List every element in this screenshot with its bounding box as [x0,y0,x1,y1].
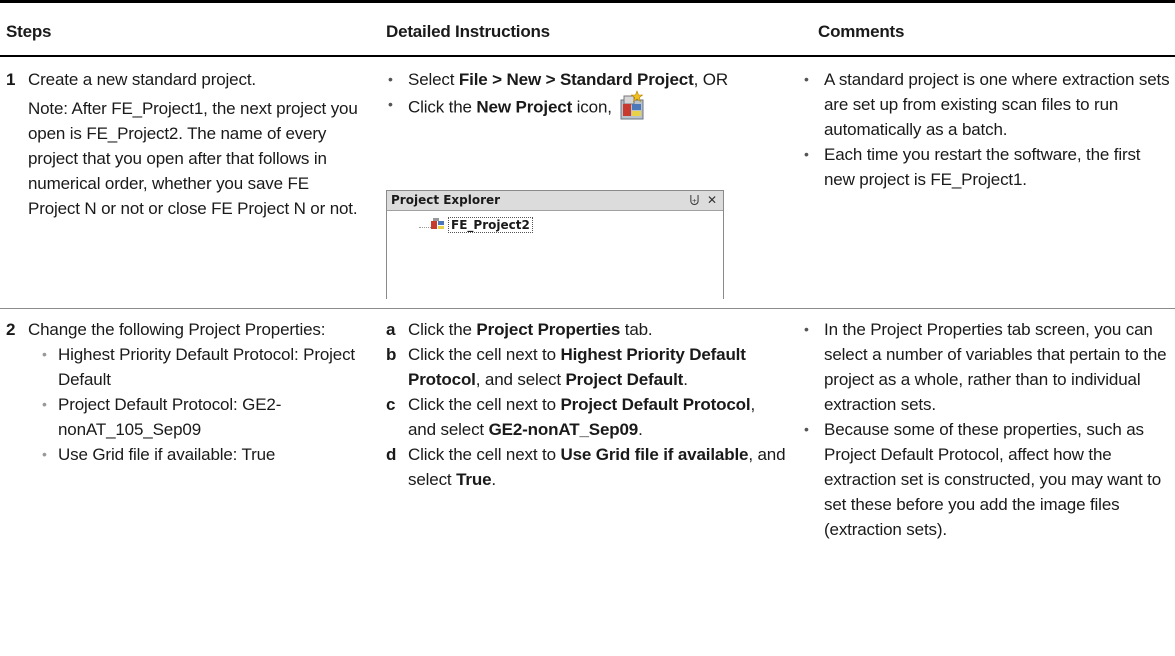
row1-steps: 1 Create a new standard project. Note: A… [6,67,360,221]
panel-title: Project Explorer [391,193,501,207]
project-explorer-panel: Project Explorer ⨄ ✕ FE_Project2 [386,190,724,299]
row2-steps: 2 Change the following Project Propertie… [6,317,360,467]
project-tree-item[interactable]: FE_Project2 [431,217,533,233]
row-divider [0,308,1175,309]
step-note: Note: After FE_Project1, the next projec… [28,99,358,218]
property-item: Project Default Protocol: GE2-nonAT_105_… [42,392,360,442]
comment-item: In the Project Properties tab screen, yo… [802,317,1175,417]
header-comments: Comments [818,22,905,41]
property-item: Highest Priority Default Protocol: Proje… [42,342,360,392]
instruction-step-b: b Click the cell next to Highest Priority… [386,345,746,389]
row1-instructions: Select File > New > Standard Project, OR… [386,67,786,124]
instruction-step-c: c Click the cell next to Project Default … [386,395,756,439]
instruction-step-d: d Click the cell next to Use Grid file if… [386,445,786,489]
header-instructions: Detailed Instructions [386,22,550,41]
header-steps: Steps [6,22,52,41]
row2-comments: In the Project Properties tab screen, yo… [802,317,1175,542]
close-icon[interactable]: ✕ [707,193,717,207]
pin-icon[interactable]: ⨄ [690,193,700,207]
new-project-icon [618,90,648,122]
property-item: Use Grid file if available: True [42,442,360,467]
comment-item: Because some of these properties, such a… [802,417,1175,542]
header-bottom-rule [0,55,1175,57]
instruction-item: Select File > New > Standard Project, OR [386,67,786,92]
instruction-item: Click the New Project icon, [386,90,786,124]
row2-instructions: a Click the Project Properties tab. b Clic… [386,317,786,492]
step-text: Create a new standard project. [28,70,256,89]
row1-comments: A standard project is one where extracti… [802,67,1175,192]
step-text: Change the following Project Properties: [28,320,326,339]
comment-item: A standard project is one where extracti… [802,67,1175,142]
tree-line [419,227,431,228]
table-top-rule [0,0,1175,3]
project-tree-icon [431,218,445,230]
instruction-step-a: a Click the Project Properties tab. [386,320,653,339]
panel-title-bar: Project Explorer ⨄ ✕ [387,191,723,211]
comment-item: Each time you restart the software, the … [802,142,1175,192]
instruction-table: Steps Detailed Instructions Comments 1 C… [0,0,1175,656]
step-number: 2 [6,320,16,339]
step-number: 1 [6,70,16,89]
